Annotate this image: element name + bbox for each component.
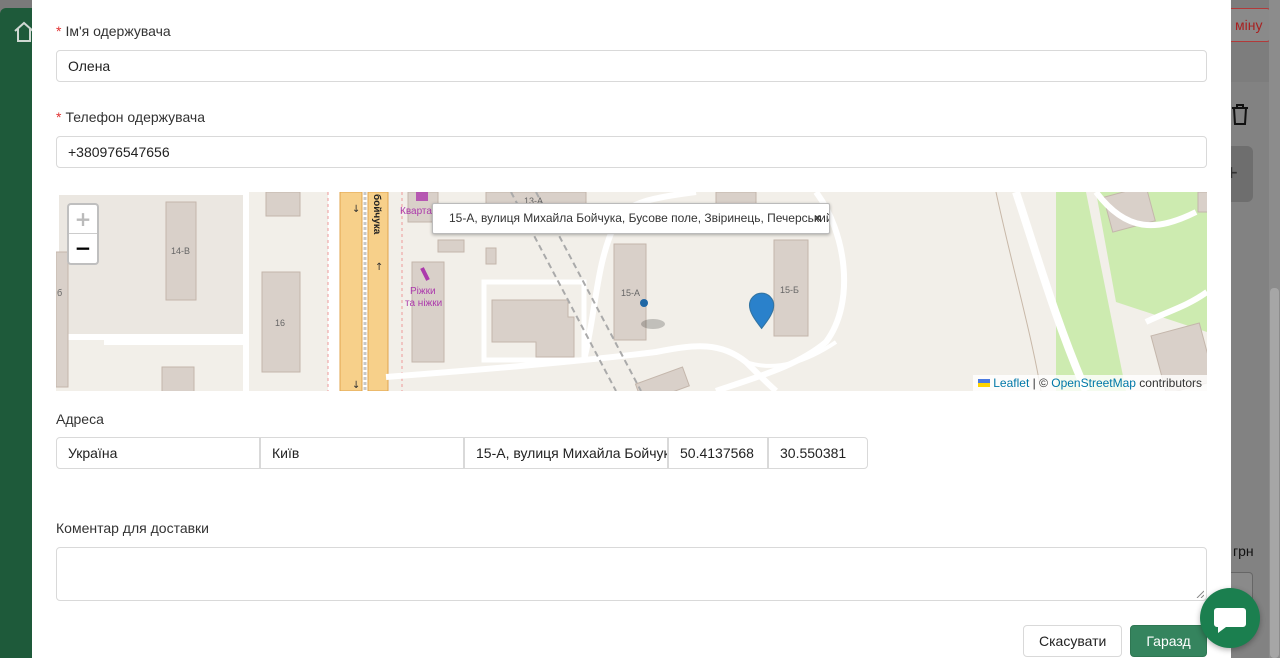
recipient-phone-label-text: Телефон одержувача — [65, 109, 206, 125]
comment-label: Коментар для доставки — [56, 520, 209, 536]
ukraine-flag-icon — [978, 379, 991, 387]
recipient-name-label: * Ім'я одержувача — [56, 23, 171, 39]
attribution-contributors: contributors — [1135, 376, 1202, 390]
recipient-phone-input[interactable] — [56, 136, 1207, 168]
shop-label: Кварта — [400, 206, 432, 217]
page-scrollbar-thumb[interactable] — [1270, 288, 1279, 658]
shop-label: Ріжки — [410, 286, 436, 297]
zoom-out-button[interactable]: − — [69, 234, 97, 263]
leaflet-link[interactable]: Leaflet — [993, 376, 1029, 390]
openstreetmap-link[interactable]: OpenStreetMap — [1051, 376, 1136, 390]
attribution-separator: | © — [1029, 376, 1052, 390]
background-action-button: міну — [1231, 8, 1271, 42]
address-street-field[interactable]: 15-А, вулиця Михайла Бойчука — [464, 437, 668, 469]
street-label: бойчука — [371, 194, 383, 235]
location-map[interactable]: ↓ ↓ ↑ 14-В 16 15-А 15-Б 13-А б бойчука К… — [56, 192, 1207, 391]
zoom-in-button[interactable]: + — [69, 205, 97, 234]
required-marker: * — [56, 23, 62, 39]
address-label: Адреса — [56, 411, 104, 427]
required-marker: * — [56, 109, 62, 125]
recipient-name-input[interactable] — [56, 50, 1207, 82]
map-popup-text: 15-А, вулиця Михайла Бойчука, Бусове пол… — [449, 211, 830, 225]
trash-icon — [1232, 104, 1248, 125]
chat-bubble-icon — [1214, 608, 1246, 633]
map-label: б — [57, 288, 62, 298]
cancel-button[interactable]: Скасувати — [1023, 625, 1122, 657]
road-arrow: ↑ — [375, 262, 383, 273]
map-label: 15-Б — [780, 285, 799, 295]
address-longitude-field[interactable]: 30.550381 — [768, 437, 868, 469]
map-label: 16 — [275, 318, 285, 328]
map-popup: 15-А, вулиця Михайла Бойчука, Бусове пол… — [432, 203, 830, 234]
address-latitude-field[interactable]: 50.4137568 — [668, 437, 768, 469]
road-arrow: ↓ — [352, 204, 360, 215]
map-label: 14-В — [171, 246, 190, 256]
road-arrow: ↓ — [352, 380, 360, 391]
delivery-modal: *Ім'я одержувача *Телефон одержувача ↓ — [32, 0, 1231, 658]
recipient-name-label-text: Ім'я одержувача — [65, 23, 171, 39]
shop-label: та ніжки — [405, 298, 442, 309]
close-icon[interactable]: × — [814, 211, 821, 225]
background-sidebar — [0, 8, 34, 658]
chat-widget-button[interactable] — [1200, 588, 1260, 648]
map-attribution: Leaflet | © OpenStreetMap contributors — [973, 375, 1207, 391]
comment-textarea[interactable] — [56, 547, 1207, 601]
recipient-phone-label: * Телефон одержувача — [56, 109, 205, 125]
map-zoom-control: + − — [67, 203, 99, 265]
address-country-field[interactable]: Україна — [56, 437, 260, 469]
address-city-field[interactable]: Київ — [260, 437, 464, 469]
ok-button[interactable]: Гаразд — [1130, 625, 1207, 657]
map-label: 15-А — [621, 288, 640, 298]
background-price-suffix: грн — [1233, 543, 1254, 559]
